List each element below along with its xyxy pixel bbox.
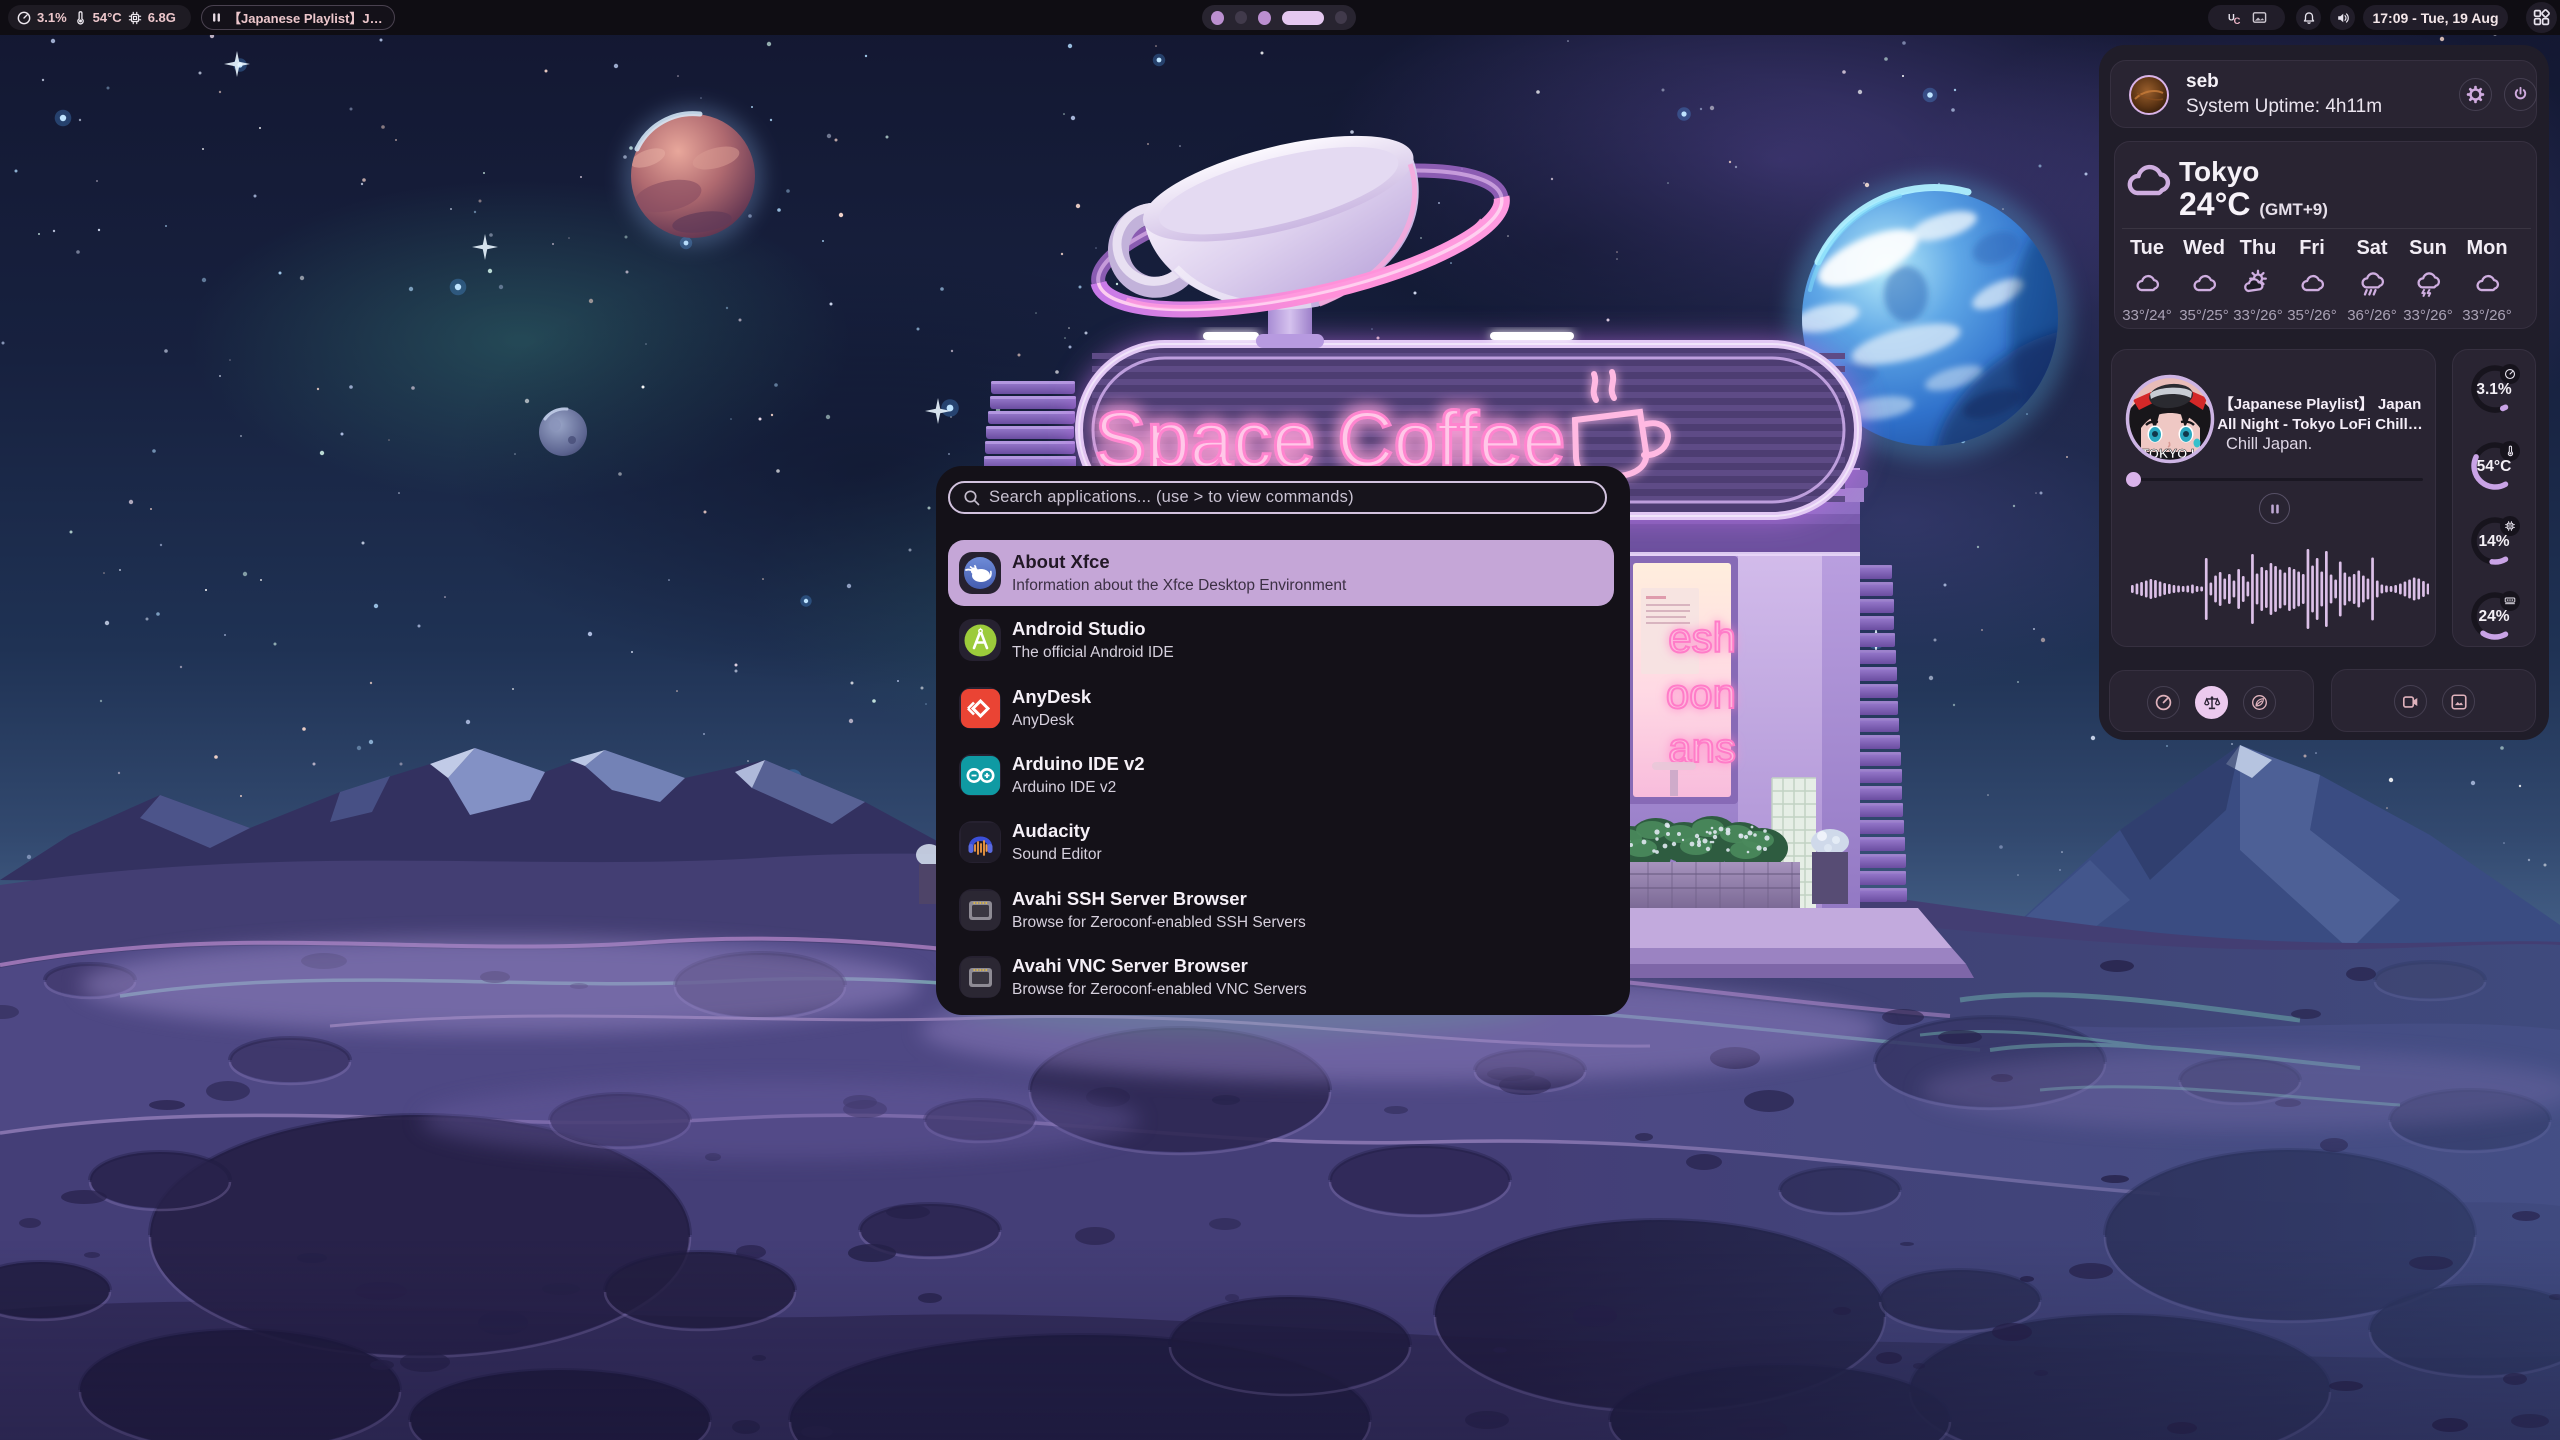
- svg-text:oon: oon: [1666, 670, 1736, 717]
- svg-text:24%: 24%: [2478, 608, 2509, 625]
- svg-text:TOKYO L: TOKYO L: [2141, 446, 2199, 461]
- svg-text:3.1%: 3.1%: [2476, 381, 2512, 398]
- svg-text:54°C: 54°C: [2477, 458, 2512, 475]
- svg-text:C: C: [2233, 16, 2240, 25]
- svg-text:14%: 14%: [2478, 533, 2509, 550]
- svg-text:esh: esh: [1668, 614, 1736, 661]
